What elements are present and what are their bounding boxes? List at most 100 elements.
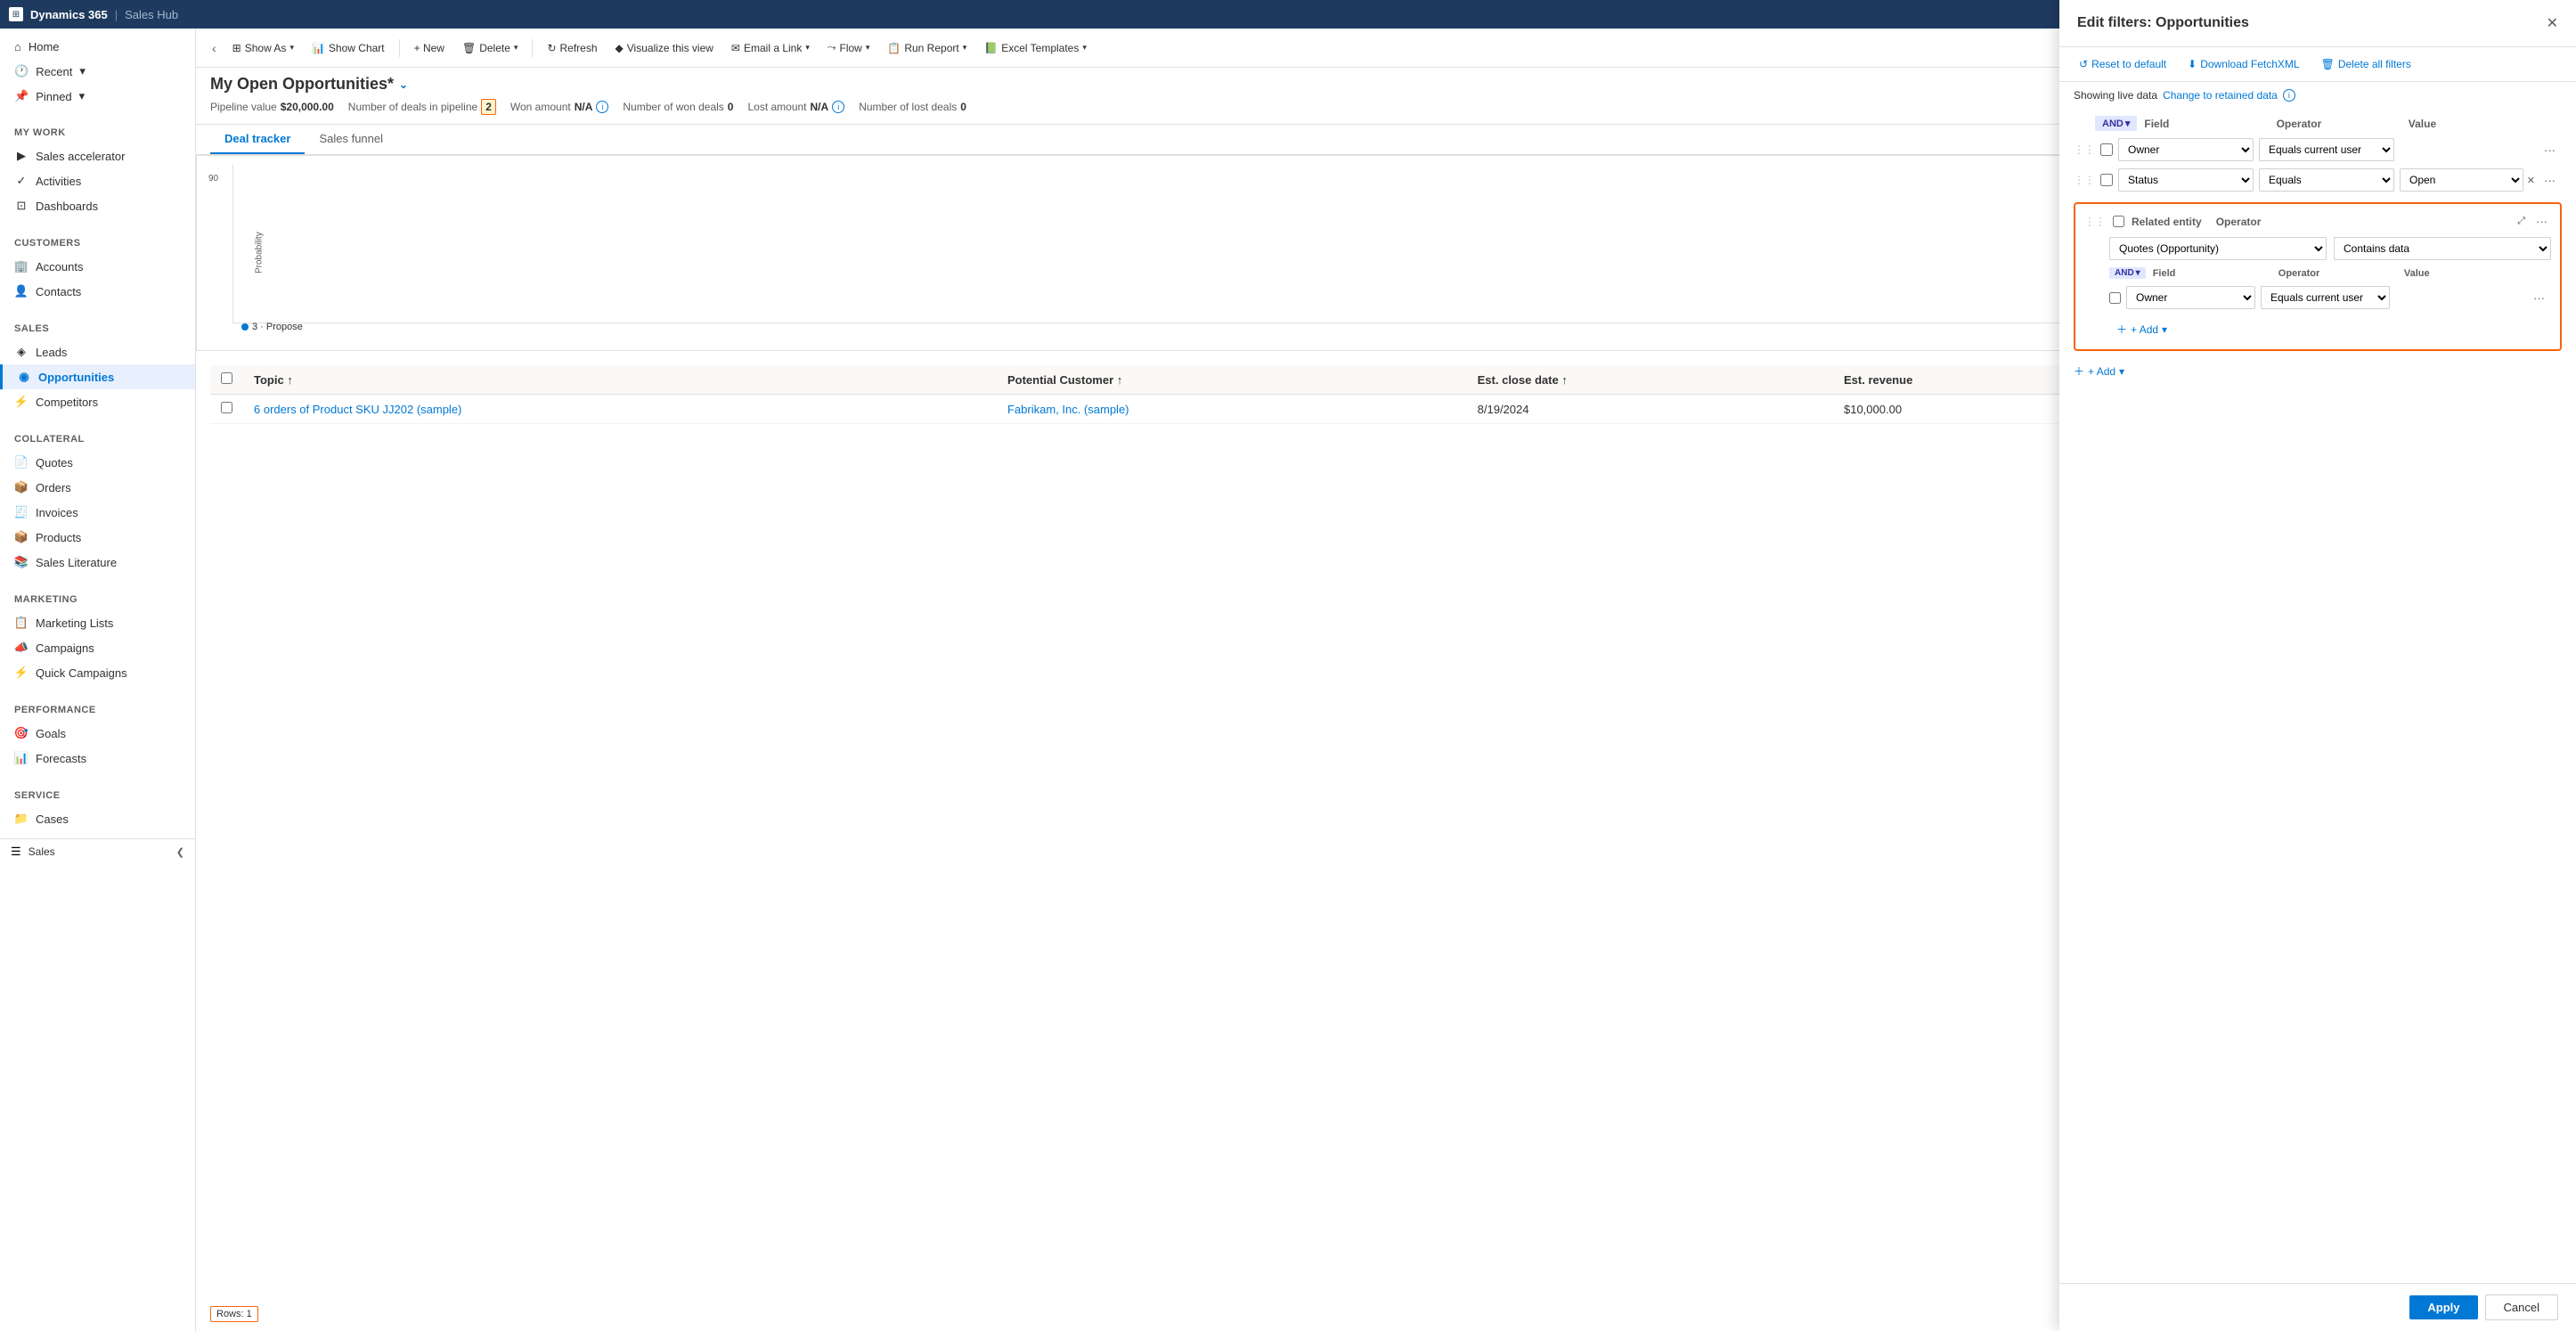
- stat-pipeline-value: Pipeline value $20,000.00: [210, 101, 334, 113]
- add-filter-button[interactable]: ＋ + Add ▾: [2074, 358, 2124, 384]
- sidebar-item-pinned[interactable]: 📌 Pinned ▾: [14, 85, 181, 108]
- flow-button[interactable]: ⤳ Flow ▾: [820, 37, 876, 58]
- row-checkbox[interactable]: [221, 402, 232, 413]
- filter-field-2-select[interactable]: Status: [2118, 168, 2254, 192]
- sidebar-item-cases[interactable]: 📁 Cases: [0, 806, 195, 831]
- close-button[interactable]: ✕: [2547, 29, 2558, 32]
- sidebar-item-invoices[interactable]: 🧾 Invoices: [0, 500, 195, 525]
- filter-drag-1[interactable]: ⋮⋮: [2074, 143, 2095, 156]
- email-link-button[interactable]: ✉ Email a Link ▾: [724, 38, 817, 58]
- th-potential-customer[interactable]: Potential Customer ↑: [997, 365, 1467, 395]
- apply-button[interactable]: Apply: [2409, 1295, 2477, 1319]
- sidebar-label-accounts: Accounts: [36, 260, 83, 274]
- recent-icon: 🕐: [14, 64, 29, 78]
- sidebar-item-home[interactable]: ⌂ Home: [14, 36, 181, 58]
- related-entity-checkbox[interactable]: [2113, 216, 2124, 227]
- edit-title-icon[interactable]: ⌄: [399, 78, 408, 91]
- show-as-button[interactable]: ⊞ Show As ▾: [225, 38, 301, 58]
- sub-and-badge[interactable]: AND ▾: [2109, 267, 2146, 279]
- sidebar-item-leads[interactable]: ◈ Leads: [0, 339, 195, 364]
- sidebar-item-forecasts[interactable]: 📊 Forecasts: [0, 746, 195, 771]
- email-link-chevron: ▾: [805, 43, 810, 53]
- filter-operator-2-select[interactable]: Equals: [2259, 168, 2394, 192]
- sidebar-item-competitors[interactable]: ⚡ Competitors: [0, 389, 195, 414]
- delete-all-filters-button[interactable]: 🗑 Delete all filters: [2316, 54, 2417, 74]
- change-to-retained-link[interactable]: Change to retained data: [2163, 89, 2278, 102]
- excel-templates-button[interactable]: 📗 Excel Templates ▾: [977, 38, 1094, 58]
- filter-checkbox-2[interactable]: [2100, 174, 2113, 186]
- reset-default-label: Reset to default: [2091, 58, 2166, 70]
- new-button[interactable]: + New: [407, 38, 452, 58]
- sidebar-item-goals[interactable]: 🎯 Goals: [0, 721, 195, 746]
- deals-label: Number of deals in pipeline: [348, 101, 477, 113]
- row-potential-customer-link[interactable]: Fabrikam, Inc. (sample): [1007, 403, 1129, 416]
- sidebar-item-products[interactable]: 📦 Products: [0, 525, 195, 550]
- sidebar-collapse-icon[interactable]: ❮: [176, 846, 184, 858]
- sidebar-item-marketing-lists[interactable]: 📋 Marketing Lists: [0, 610, 195, 635]
- visualize-button[interactable]: ◆ Visualize this view: [608, 38, 721, 58]
- show-as-icon: ⊞: [232, 42, 241, 54]
- filter-value-close-2[interactable]: ✕: [2527, 175, 2535, 186]
- sub-filter-checkbox[interactable]: [2109, 292, 2121, 304]
- sidebar-item-quotes[interactable]: 📄 Quotes: [0, 450, 195, 475]
- row-topic-link[interactable]: 6 orders of Product SKU JJ202 (sample): [254, 403, 461, 416]
- sub-filter-more[interactable]: ···: [2530, 290, 2551, 306]
- tab-deal-tracker[interactable]: Deal tracker: [210, 125, 305, 154]
- lost-amount-info-icon[interactable]: i: [832, 101, 844, 113]
- delete-all-filters-label: Delete all filters: [2338, 58, 2411, 70]
- delete-button[interactable]: 🗑 Delete ▾: [455, 38, 525, 58]
- invoices-icon: 🧾: [14, 505, 29, 519]
- filter-value-2-select[interactable]: Open: [2400, 168, 2523, 192]
- delete-chevron: ▾: [514, 43, 518, 53]
- th-est-close-date[interactable]: Est. close date ↑: [1467, 365, 1833, 395]
- sidebar-item-contacts[interactable]: 👤 Contacts: [0, 279, 195, 304]
- live-data-info-icon[interactable]: i: [2283, 89, 2295, 102]
- marketing-lists-icon: 📋: [14, 616, 29, 630]
- filter-drag-2[interactable]: ⋮⋮: [2074, 174, 2095, 186]
- filter-operator-1-select[interactable]: Equals current user: [2259, 138, 2394, 161]
- filter-more-1[interactable]: ···: [2540, 142, 2562, 159]
- select-all-checkbox[interactable]: [221, 372, 232, 384]
- th-checkbox: [210, 365, 243, 395]
- download-icon: ⬇: [2188, 58, 2197, 70]
- sidebar-item-campaigns[interactable]: 📣 Campaigns: [0, 635, 195, 660]
- filter-field-1-select[interactable]: Owner: [2118, 138, 2254, 161]
- run-report-chevron: ▾: [963, 43, 967, 53]
- sidebar-item-activities[interactable]: ✓ Activities: [0, 168, 195, 193]
- related-entity-drag[interactable]: ⋮⋮: [2084, 216, 2106, 228]
- tab-sales-funnel[interactable]: Sales funnel: [305, 125, 397, 154]
- sub-add-button[interactable]: ＋ + Add ▾: [2084, 318, 2174, 340]
- th-topic[interactable]: Topic ↑: [243, 365, 997, 395]
- back-button[interactable]: ‹: [207, 37, 222, 59]
- run-report-button[interactable]: 📋 Run Report ▾: [880, 38, 974, 58]
- expand-icon[interactable]: ⤢: [2517, 216, 2525, 227]
- sidebar-item-quick-campaigns[interactable]: ⚡ Quick Campaigns: [0, 660, 195, 685]
- sidebar-item-accounts[interactable]: 🏢 Accounts: [0, 254, 195, 279]
- won-amount-info-icon[interactable]: i: [596, 101, 608, 113]
- sidebar-item-recent[interactable]: 🕐 Recent ▾: [14, 60, 181, 83]
- cancel-button[interactable]: Cancel: [2485, 1294, 2558, 1320]
- th-topic-label: Topic ↑: [254, 373, 293, 387]
- col-operator: Operator: [2277, 118, 2403, 130]
- download-fetchxml-button[interactable]: ⬇ Download FetchXML: [2182, 54, 2304, 74]
- sub-filter-operator-select[interactable]: Equals current user: [2261, 286, 2390, 309]
- show-chart-button[interactable]: 📊 Show Chart: [305, 38, 392, 58]
- sidebar-item-sales-accelerator[interactable]: ▶ Sales accelerator: [0, 143, 195, 168]
- sub-filter-field-select[interactable]: Owner: [2126, 286, 2255, 309]
- and-badge[interactable]: AND ▾: [2095, 116, 2137, 131]
- sidebar-item-orders[interactable]: 📦 Orders: [0, 475, 195, 500]
- sidebar-label-leads: Leads: [36, 346, 67, 359]
- filter-more-2[interactable]: ···: [2540, 172, 2562, 189]
- show-chart-icon: 📊: [312, 42, 325, 54]
- sidebar-item-sales-literature[interactable]: 📚 Sales Literature: [0, 550, 195, 575]
- sidebar-item-opportunities[interactable]: ◉ Opportunities: [0, 364, 195, 389]
- nav-menu-icon[interactable]: ☰: [11, 845, 21, 859]
- flow-label: Flow: [840, 42, 862, 54]
- sidebar-item-dashboards[interactable]: ⊡ Dashboards: [0, 193, 195, 218]
- related-entity-operator-select[interactable]: Contains data: [2334, 237, 2551, 260]
- filter-checkbox-1[interactable]: [2100, 143, 2113, 156]
- refresh-button[interactable]: ↻ Refresh: [540, 38, 604, 58]
- related-entity-more[interactable]: ···: [2532, 213, 2551, 230]
- related-entity-select[interactable]: Quotes (Opportunity): [2109, 237, 2327, 260]
- reset-default-button[interactable]: ↺ Reset to default: [2074, 54, 2172, 74]
